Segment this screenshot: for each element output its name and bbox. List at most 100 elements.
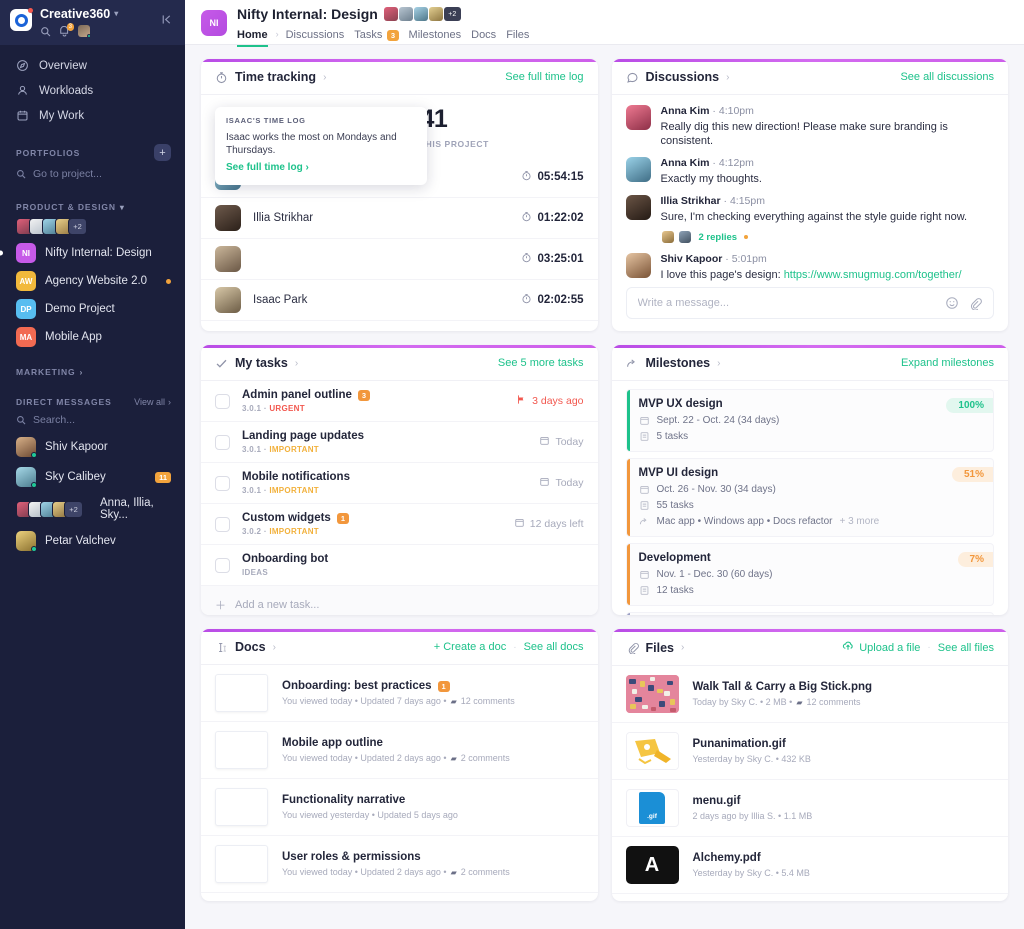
- task-name: Custom widgets 1: [242, 512, 349, 524]
- tab-home[interactable]: Home: [237, 26, 276, 47]
- task-row[interactable]: Onboarding bot IDEAS: [201, 545, 598, 586]
- add-portfolio-button[interactable]: +: [154, 144, 171, 161]
- project-members[interactable]: +2: [384, 7, 461, 21]
- dm-item-shiv-kapoor[interactable]: Shiv Kapoor: [0, 432, 185, 462]
- dm-search-input[interactable]: Search...: [0, 411, 185, 432]
- sidebar-item-my-work[interactable]: My Work: [0, 103, 185, 128]
- milestone-item[interactable]: Development Nov. 1 - Dec. 30 (60 days) 1…: [626, 543, 995, 606]
- milestone-item[interactable]: MVP UX design Sept. 22 - Oct. 24 (34 day…: [626, 389, 995, 452]
- sidebar-item-workloads[interactable]: Workloads: [0, 78, 185, 103]
- avatar[interactable]: [626, 157, 651, 182]
- task-checkbox[interactable]: [215, 558, 230, 573]
- task-row[interactable]: Custom widgets 1 3.0.2 · IMPORTANT 12 da…: [201, 504, 598, 545]
- tooltip-link[interactable]: See full time log ›: [226, 162, 309, 173]
- chevron-right-icon: ›: [80, 368, 84, 377]
- go-to-project-input[interactable]: Go to project...: [0, 165, 185, 186]
- dm-label: Shiv Kapoor: [45, 441, 108, 453]
- add-task-button[interactable]: ＋ Add a new task...: [201, 586, 598, 615]
- tab-milestones[interactable]: Milestones: [409, 26, 472, 47]
- tab-tasks[interactable]: Tasks 3: [354, 26, 408, 47]
- attachment-icon[interactable]: [968, 296, 982, 310]
- doc-row[interactable]: Functionality narrative You viewed yeste…: [201, 779, 598, 836]
- dm-item-petar-valchev[interactable]: Petar Valchev: [0, 526, 185, 556]
- file-row[interactable]: A Alchemy.pdf Yesterday by Sky C. • 5.4 …: [612, 837, 1009, 894]
- list-icon: [639, 585, 650, 596]
- message-link[interactable]: https://www.smugmug.com/together/: [784, 269, 962, 281]
- sidebar-item-overview[interactable]: Overview: [0, 53, 185, 78]
- see-all-files-link[interactable]: See all files: [938, 642, 994, 654]
- file-row[interactable]: .gif menu.gif 2 days ago by Illia S. • 1…: [612, 780, 1009, 837]
- milestones-title[interactable]: Milestones ›: [626, 356, 721, 370]
- file-row[interactable]: Walk Tall & Carry a Big Stick.png Today …: [612, 666, 1009, 723]
- portfolios-title: PORTFOLIOS: [16, 148, 80, 158]
- compass-icon: [16, 59, 29, 72]
- milestone-dates: Sept. 22 - Oct. 24 (34 days): [639, 415, 984, 426]
- see-more-tasks-link[interactable]: See 5 more tasks: [498, 357, 584, 369]
- task-checkbox[interactable]: [215, 394, 230, 409]
- marketing-section-header[interactable]: MARKETING ›: [0, 351, 185, 381]
- tab-docs[interactable]: Docs: [471, 26, 506, 47]
- collapse-sidebar-button[interactable]: [160, 13, 173, 29]
- discussions-card: Discussions › See all discussions Anna K…: [612, 59, 1009, 331]
- message-composer[interactable]: [626, 287, 995, 319]
- tab-separator-icon: ›: [276, 29, 286, 45]
- view-all-dms-button[interactable]: View all›: [134, 397, 171, 407]
- list-icon: [639, 500, 650, 511]
- milestone-progress-badge: 100%: [946, 398, 993, 413]
- task-checkbox[interactable]: [215, 435, 230, 450]
- search-icon[interactable]: [40, 26, 51, 37]
- dm-search-placeholder: Search...: [33, 414, 75, 426]
- dm-item-group[interactable]: +2 Anna, Illia, Sky...: [0, 492, 185, 526]
- milestone-name: Development: [639, 552, 984, 564]
- upload-file-button[interactable]: Upload a file: [842, 640, 920, 655]
- expand-milestones-link[interactable]: Expand milestones: [901, 357, 994, 369]
- doc-row[interactable]: User roles & permissions You viewed toda…: [201, 836, 598, 893]
- dm-item-sky-calibey[interactable]: Sky Calibey 11: [0, 462, 185, 492]
- emoji-icon[interactable]: [945, 296, 959, 310]
- sidebar-project-mobile-app[interactable]: MA Mobile App: [0, 323, 185, 351]
- see-all-docs-link[interactable]: See all docs: [524, 641, 584, 653]
- chevron-right-icon: ›: [273, 642, 276, 653]
- product-design-section-header[interactable]: PRODUCT & DESIGN ▾: [0, 186, 185, 216]
- avatar[interactable]: [626, 105, 651, 130]
- sidebar-project-nifty-internal-design[interactable]: NI Nifty Internal: Design: [0, 239, 185, 267]
- avatar[interactable]: [626, 195, 651, 220]
- milestone-item[interactable]: QA Jan. 1 - Jan. 15 (15 days) 0%: [626, 612, 995, 615]
- milestone-more-link[interactable]: + 3 more: [839, 516, 879, 527]
- create-doc-button[interactable]: + Create a doc: [434, 641, 506, 653]
- product-design-members[interactable]: +2: [0, 216, 185, 239]
- docs-title[interactable]: Docs ›: [215, 640, 276, 654]
- doc-row[interactable]: Mobile app outline You viewed today • Up…: [201, 722, 598, 779]
- sidebar-project-demo-project[interactable]: DP Demo Project: [0, 295, 185, 323]
- see-all-discussions-link[interactable]: See all discussions: [900, 71, 994, 83]
- workspace-name[interactable]: Creative360 ▾: [40, 7, 118, 21]
- see-full-time-log-link[interactable]: See full time log: [505, 71, 583, 83]
- milestone-item[interactable]: MVP UI design Oct. 26 - Nov. 30 (34 days…: [626, 458, 995, 537]
- task-checkbox[interactable]: [215, 517, 230, 532]
- notifications-icon[interactable]: 3: [59, 26, 70, 37]
- task-row[interactable]: Landing page updates 3.0.1 · IMPORTANT T…: [201, 422, 598, 463]
- message-replies[interactable]: 2 replies: [661, 230, 995, 244]
- time-row-isaac-park[interactable]: Isaac Park 02:02:55: [201, 280, 598, 321]
- action-separator: ·: [513, 642, 516, 653]
- task-checkbox[interactable]: [215, 476, 230, 491]
- tab-discussions[interactable]: Discussions: [286, 26, 355, 47]
- my-tasks-title[interactable]: My tasks ›: [215, 356, 298, 370]
- discussions-title[interactable]: Discussions ›: [626, 70, 730, 84]
- message-item: Anna Kim · 4:10pm Really dig this new di…: [626, 105, 995, 148]
- doc-row[interactable]: Onboarding: best practices 1 You viewed …: [201, 665, 598, 722]
- task-row[interactable]: Mobile notifications 3.0.1 · IMPORTANT T…: [201, 463, 598, 504]
- message-input[interactable]: [638, 297, 937, 309]
- files-title[interactable]: Files ›: [626, 641, 685, 655]
- time-tracking-title[interactable]: Time tracking ›: [215, 70, 326, 84]
- tab-files[interactable]: Files: [506, 26, 539, 47]
- time-row[interactable]: Illia Strikhar 01:22:02: [201, 198, 598, 239]
- task-row[interactable]: Admin panel outline 3 3.0.1 · URGENT 3 d…: [201, 381, 598, 422]
- file-row[interactable]: Punanimation.gif Yesterday by Sky C. • 4…: [612, 723, 1009, 780]
- sidebar-project-agency-website[interactable]: AW Agency Website 2.0: [0, 267, 185, 295]
- calendar-icon: [639, 415, 650, 426]
- account-avatar[interactable]: [78, 25, 90, 37]
- avatar[interactable]: [626, 253, 651, 278]
- project-badge: NI: [201, 10, 227, 36]
- time-row[interactable]: 03:25:01: [201, 239, 598, 280]
